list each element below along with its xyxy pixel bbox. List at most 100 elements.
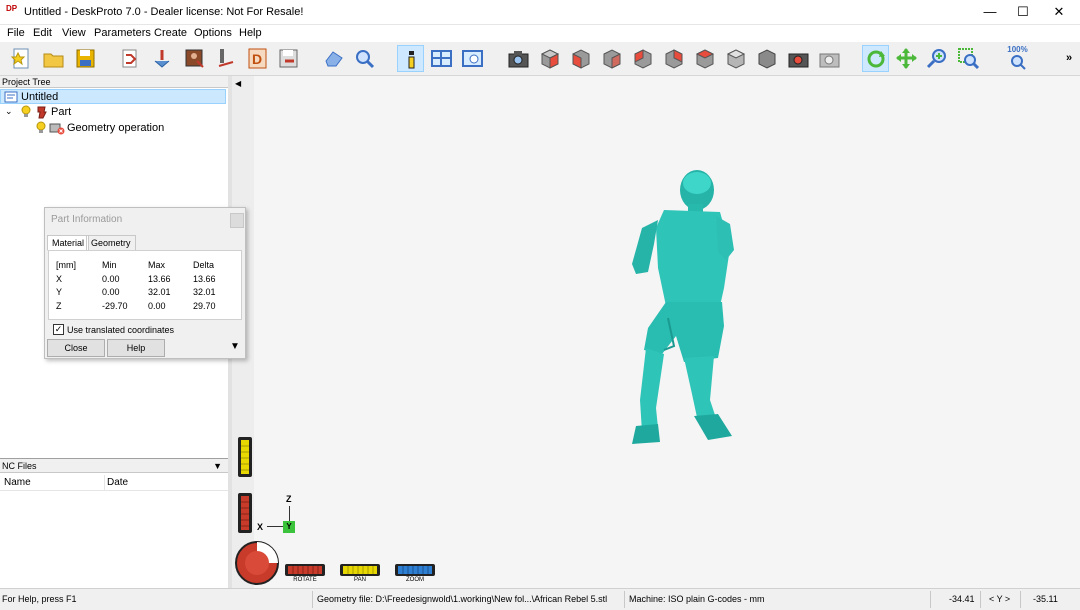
zoom-in-icon <box>926 49 946 69</box>
tree-item-untitled[interactable]: Untitled <box>0 89 226 104</box>
eraser-icon <box>325 51 343 67</box>
view-top-button[interactable] <box>691 45 718 72</box>
zoom-window-button[interactable] <box>955 45 982 72</box>
pan-mode-button[interactable] <box>893 45 920 72</box>
toolpath-button[interactable] <box>213 45 240 72</box>
zoom-100-button[interactable]: 100% <box>1004 45 1031 72</box>
info-icon <box>408 51 415 69</box>
close-button[interactable]: ✕ <box>1041 0 1077 25</box>
title-bar: DP Untitled - DeskProto 7.0 - Dealer lic… <box>0 0 1080 25</box>
nc-files-header: NC Files ▼ <box>0 459 228 473</box>
tree-item-part[interactable]: ⌄ Part <box>0 105 226 120</box>
pan-arrows-icon <box>896 48 917 69</box>
new-project-button[interactable] <box>8 45 35 72</box>
rotate-control-button[interactable] <box>285 564 325 576</box>
app-icon: DP <box>6 4 18 13</box>
magnifier-icon <box>356 50 375 69</box>
menu-create[interactable]: Create <box>154 27 187 39</box>
dropdown-arrow-icon[interactable]: ▼ <box>213 459 222 473</box>
maximize-button[interactable]: ☐ <box>1005 0 1041 25</box>
render-button[interactable] <box>785 45 812 72</box>
menu-file[interactable]: File <box>7 27 25 39</box>
save-nc-button[interactable] <box>275 45 302 72</box>
cube-bottom-icon <box>726 49 746 69</box>
menu-help[interactable]: Help <box>239 27 262 39</box>
lightbulb-icon[interactable] <box>35 121 47 135</box>
view-left-button[interactable] <box>629 45 656 72</box>
import-geometry-icon <box>122 49 137 68</box>
toolbar-overflow-button[interactable]: » <box>1066 52 1072 64</box>
view-back-button[interactable] <box>598 45 625 72</box>
view-right-button[interactable] <box>660 45 687 72</box>
dialog-title: Part Information <box>51 214 123 225</box>
cube-back-icon <box>603 49 621 69</box>
tab-geometry[interactable]: Geometry <box>86 235 136 251</box>
column-header-name[interactable]: Name <box>4 477 31 488</box>
view-grey-button[interactable] <box>753 45 780 72</box>
view-iso-button[interactable] <box>536 45 563 72</box>
pan-control-label: PAN <box>354 577 366 583</box>
column-header: Max <box>148 260 166 270</box>
part-icon <box>37 106 47 119</box>
column-divider[interactable] <box>104 475 105 491</box>
table-cell: 32.01 <box>148 287 171 297</box>
table-cell: 0.00 <box>148 301 166 311</box>
pan-slider-control[interactable] <box>237 436 253 478</box>
save-icon <box>76 49 95 68</box>
search-button[interactable] <box>351 45 378 72</box>
tab-material[interactable]: Material <box>47 235 90 251</box>
save-button[interactable] <box>72 45 99 72</box>
zoom-control-button[interactable] <box>395 564 435 576</box>
close-dialog-button[interactable]: Close <box>47 339 105 357</box>
pan-control-button[interactable] <box>340 564 380 576</box>
view-bottom-button[interactable] <box>722 45 749 72</box>
geometry-operation-icon <box>49 123 65 135</box>
nc-files-columns: Name Date <box>0 475 228 491</box>
drawing-button[interactable]: D <box>244 45 271 72</box>
menu-parameters[interactable]: Parameters <box>94 27 151 39</box>
menu-options[interactable]: Options <box>194 27 232 39</box>
erase-button[interactable] <box>320 45 347 72</box>
tree-item-geometry-operation[interactable]: Geometry operation <box>0 121 226 136</box>
lightbulb-icon[interactable] <box>20 105 32 119</box>
table-cell: -29.70 <box>102 301 128 311</box>
rotate-dial-control[interactable] <box>234 540 280 586</box>
single-view-button[interactable] <box>428 45 455 72</box>
new-file-icon <box>10 48 29 69</box>
project-tree-header: Project Tree <box>0 76 228 88</box>
use-translated-coordinates-checkbox[interactable]: ✓ <box>53 324 64 335</box>
zoom-100-icon <box>1011 55 1026 70</box>
camera-button[interactable] <box>505 45 532 72</box>
part-info-button[interactable] <box>397 45 424 72</box>
zoom-mode-button[interactable] <box>924 45 951 72</box>
window-title: Untitled - DeskProto 7.0 - Dealer licens… <box>24 6 304 18</box>
cube-right-icon <box>665 49 683 69</box>
tree-item-label: Untitled <box>21 91 59 103</box>
open-button[interactable] <box>40 45 67 72</box>
column-header-date[interactable]: Date <box>107 477 128 488</box>
rotate-slider-control[interactable] <box>237 492 253 534</box>
expand-arrow-icon[interactable]: ▼ <box>230 341 240 352</box>
menu-edit[interactable]: Edit <box>33 27 52 39</box>
minimize-button[interactable]: — <box>972 0 1008 25</box>
3d-model-figure[interactable] <box>592 168 762 468</box>
view-front-button[interactable] <box>567 45 594 72</box>
help-button[interactable]: Help <box>107 339 165 357</box>
cube-top-icon <box>695 49 715 69</box>
dialog-close-icon[interactable] <box>230 213 244 228</box>
column-header: [mm] <box>56 260 76 270</box>
place-part-button[interactable] <box>149 45 176 72</box>
menu-view[interactable]: View <box>62 27 86 39</box>
collapse-arrow-icon[interactable]: ◀ <box>235 79 241 88</box>
animation-button[interactable] <box>816 45 843 72</box>
camera-icon <box>508 51 529 68</box>
view-properties-button[interactable] <box>459 45 486 72</box>
rotate-mode-button[interactable] <box>862 45 889 72</box>
table-cell: 13.66 <box>193 274 216 284</box>
import-geometry-button[interactable] <box>117 45 144 72</box>
chevron-down-icon[interactable]: ⌄ <box>5 106 13 117</box>
3d-viewport[interactable]: ◀ Z X Y ROTATE PAN ZOOM <box>232 76 1080 588</box>
bitmap-button[interactable] <box>181 45 208 72</box>
svg-text:D: D <box>252 51 262 67</box>
rotate-control-label: ROTATE <box>293 577 317 583</box>
